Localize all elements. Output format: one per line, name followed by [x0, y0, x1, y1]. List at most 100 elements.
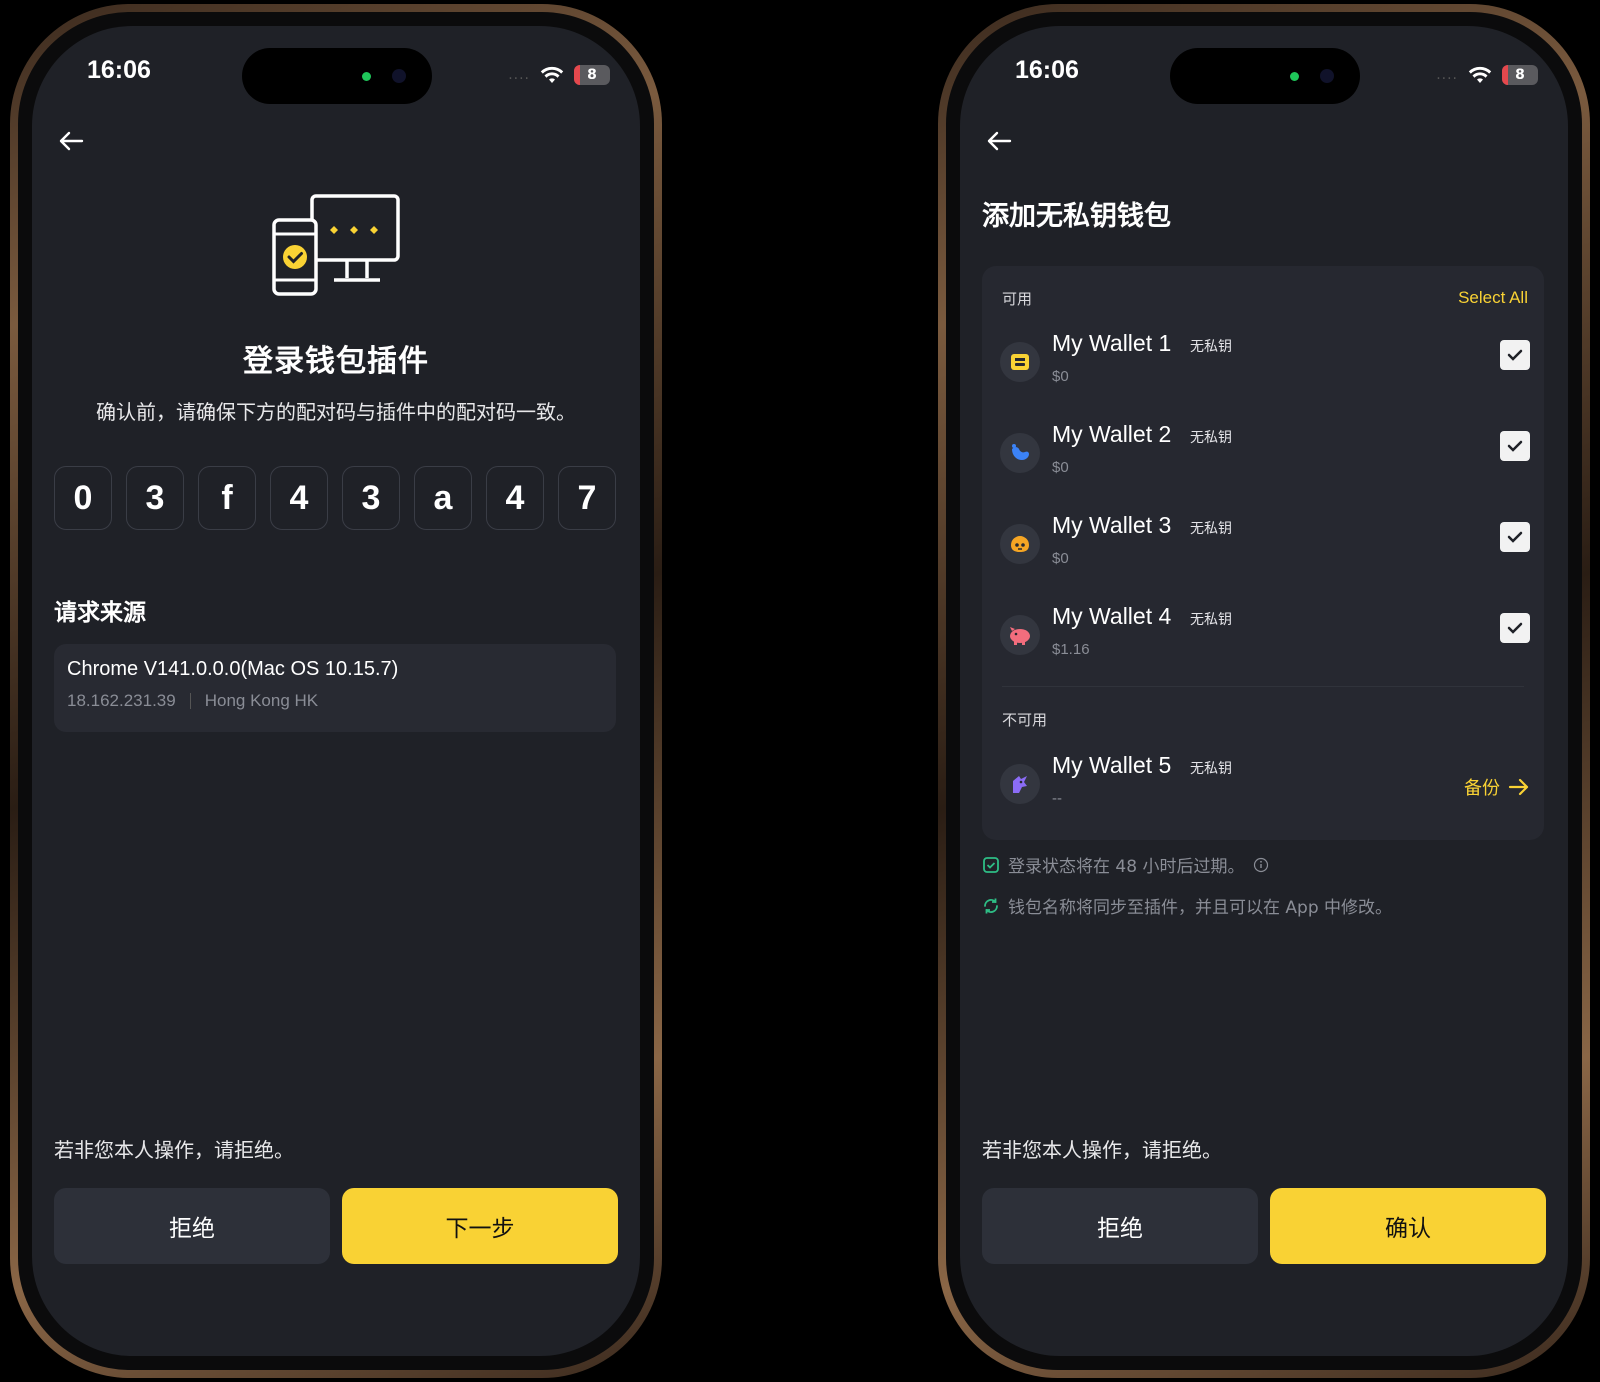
next-button[interactable]: 下一步 [342, 1188, 618, 1264]
camera-lens-icon [1320, 69, 1334, 83]
wallet-tag: 无私钥 [1190, 612, 1232, 628]
page-subtitle: 确认前，请确保下方的配对码与插件中的配对码一致。 [96, 400, 576, 424]
wallet-name: My Wallet 2 [1052, 421, 1172, 447]
wallet-row[interactable]: My Wallet 4 无私钥 $1.16 [1000, 601, 1530, 681]
wallet-row[interactable]: My Wallet 3 无私钥 $0 [1000, 510, 1530, 590]
backup-link[interactable]: 备份 [1464, 774, 1530, 800]
blue-whale-icon [1000, 433, 1040, 473]
wallet-row[interactable]: My Wallet 1 无私钥 $0 [1000, 328, 1530, 408]
backup-label: 备份 [1464, 778, 1500, 799]
request-source-card: Chrome V141.0.0.0(Mac OS 10.15.7) 18.162… [54, 644, 616, 732]
available-section-label: 可用 [1002, 290, 1033, 308]
action-buttons: 拒绝 下一步 [54, 1188, 618, 1264]
battery-level: 8 [587, 67, 597, 83]
wallet-list-card: 可用 Select All My Wallet 1 无私钥 $0 My Wall… [982, 266, 1544, 840]
camera-indicator-icon [1290, 72, 1299, 81]
reject-button[interactable]: 拒绝 [982, 1188, 1258, 1264]
check-icon [1507, 440, 1523, 452]
wallet-balance: $0 [1052, 550, 1069, 567]
section-divider [1002, 686, 1524, 687]
wallet-name: My Wallet 3 [1052, 512, 1172, 538]
yellow-wallet-icon [1000, 342, 1040, 382]
wallet-balance: -- [1052, 790, 1062, 807]
pairing-code: 0 3 f 4 3 a 4 7 [54, 466, 616, 530]
wallet-balance: $0 [1052, 368, 1069, 385]
check-icon [1507, 622, 1523, 634]
wallet-checkbox[interactable] [1500, 522, 1530, 552]
info-icon[interactable] [1252, 856, 1270, 874]
reject-warning: 若非您本人操作，请拒绝。 [982, 1138, 1222, 1162]
wallet-tag: 无私钥 [1190, 339, 1232, 355]
code-digit: 3 [342, 466, 400, 530]
code-digit: 7 [558, 466, 616, 530]
wallet-checkbox[interactable] [1500, 613, 1530, 643]
sync-icon [984, 898, 998, 913]
orange-face-icon [1000, 524, 1040, 564]
code-digit: f [198, 466, 256, 530]
page-title: 登录钱包插件 [243, 344, 429, 379]
wallet-balance: $0 [1052, 459, 1069, 476]
status-time: 16:06 [87, 56, 151, 84]
wallet-name: My Wallet 1 [1052, 330, 1172, 356]
wallet-checkbox[interactable] [1500, 431, 1530, 461]
dynamic-island [242, 48, 432, 104]
camera-indicator-icon [362, 72, 371, 81]
expiry-note-text: 登录状态将在 48 小时后过期。 [1008, 857, 1245, 877]
wallet-name: My Wallet 5 [1052, 752, 1172, 778]
source-meta: 18.162.231.39 Hong Kong HK [67, 691, 603, 711]
devices-check-icon [272, 194, 400, 296]
code-digit: a [414, 466, 472, 530]
action-buttons: 拒绝 确认 [982, 1188, 1546, 1264]
battery-level: 8 [1515, 67, 1525, 83]
wallet-name: My Wallet 4 [1052, 603, 1172, 629]
pink-pig-icon [1000, 615, 1040, 655]
select-all-button[interactable]: Select All [1458, 288, 1528, 308]
wallet-tag: 无私钥 [1190, 430, 1232, 446]
reject-button[interactable]: 拒绝 [54, 1188, 330, 1264]
back-arrow-icon[interactable] [56, 126, 86, 156]
status-icons: .... 8 [508, 64, 610, 86]
signal-icon: .... [1436, 67, 1458, 83]
phone-bezel: 16:06 .... 8 登录钱包插件 确认前，请确保下方的配对码与插件中的配对… [18, 12, 654, 1370]
back-arrow-icon[interactable] [984, 126, 1014, 156]
screen-add-wallet: 16:06 .... 8 添加无私钥钱包 可用 Select All My Wa… [960, 26, 1568, 1356]
check-icon [1507, 531, 1523, 543]
code-digit: 0 [54, 466, 112, 530]
battery-icon: 8 [574, 65, 610, 85]
wallet-tag: 无私钥 [1190, 521, 1232, 537]
arrow-right-icon [1508, 778, 1529, 796]
purple-unicorn-icon [1000, 764, 1040, 804]
unavailable-section-label: 不可用 [1002, 711, 1048, 729]
sync-note-text: 钱包名称将同步至插件，并且可以在 App 中修改。 [1008, 898, 1393, 918]
wallet-balance: $1.16 [1052, 641, 1090, 658]
wallet-tag: 无私钥 [1190, 761, 1232, 777]
source-ip: 18.162.231.39 [67, 691, 176, 710]
request-source-title: 请求来源 [54, 600, 146, 626]
expiry-note: 登录状态将在 48 小时后过期。 [982, 852, 1270, 877]
wifi-icon [540, 66, 564, 83]
status-icons: .... 8 [1436, 64, 1538, 86]
code-digit: 4 [270, 466, 328, 530]
reject-warning: 若非您本人操作，请拒绝。 [54, 1138, 294, 1162]
camera-lens-icon [392, 69, 406, 83]
wallet-row-unavailable: My Wallet 5 无私钥 -- 备份 [1000, 750, 1530, 830]
code-digit: 4 [486, 466, 544, 530]
shield-check-icon [983, 856, 999, 873]
check-icon [1507, 349, 1523, 361]
screen-login-plugin: 16:06 .... 8 登录钱包插件 确认前，请确保下方的配对码与插件中的配对… [32, 26, 640, 1356]
phone-bezel: 16:06 .... 8 添加无私钥钱包 可用 Select All My Wa… [946, 12, 1582, 1370]
signal-icon: .... [508, 67, 530, 83]
code-digit: 3 [126, 466, 184, 530]
source-browser: Chrome V141.0.0.0(Mac OS 10.15.7) [67, 658, 399, 680]
status-time: 16:06 [1015, 56, 1079, 84]
sync-note: 钱包名称将同步至插件，并且可以在 App 中修改。 [982, 893, 1392, 918]
page-title: 添加无私钥钱包 [982, 201, 1171, 232]
dynamic-island [1170, 48, 1360, 104]
phone-frame-left: 16:06 .... 8 登录钱包插件 确认前，请确保下方的配对码与插件中的配对… [10, 4, 662, 1378]
phone-frame-right: 16:06 .... 8 添加无私钥钱包 可用 Select All My Wa… [938, 4, 1590, 1378]
wallet-row[interactable]: My Wallet 2 无私钥 $0 [1000, 419, 1530, 499]
confirm-button[interactable]: 确认 [1270, 1188, 1546, 1264]
source-location: Hong Kong HK [204, 691, 319, 710]
wallet-checkbox[interactable] [1500, 340, 1530, 370]
battery-icon: 8 [1502, 65, 1538, 85]
